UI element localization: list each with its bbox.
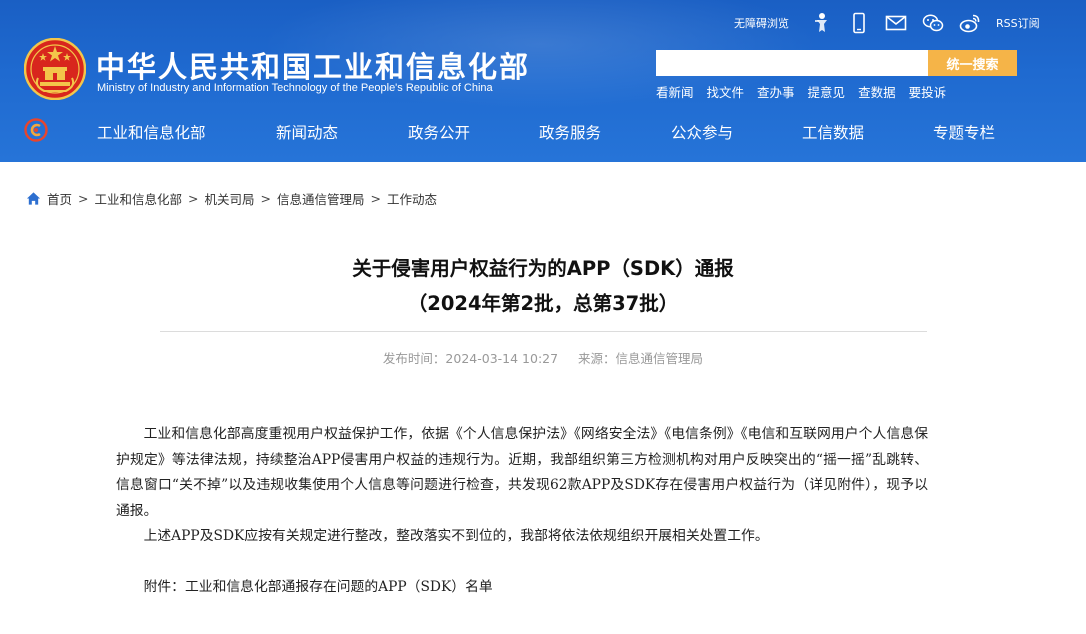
site-title: 中华人民共和国工业和信息化部 bbox=[96, 44, 530, 86]
attachment-link[interactable]: 附件：工业和信息化部通报存在问题的APP（SDK）名单 bbox=[116, 575, 928, 601]
breadcrumb-separator: > bbox=[78, 191, 88, 206]
nav-item-government-services[interactable]: 政务服务 bbox=[539, 121, 601, 143]
nav-item-data[interactable]: 工信数据 bbox=[802, 121, 864, 143]
quick-link-services[interactable]: 查办事 bbox=[757, 82, 795, 101]
breadcrumb-separator: > bbox=[188, 191, 198, 206]
quick-links: 看新闻 找文件 查办事 提意见 查数据 要投诉 bbox=[656, 82, 959, 101]
mobile-phone-icon[interactable] bbox=[848, 12, 870, 34]
publish-time: 发布时间：2024-03-14 10:27 bbox=[383, 351, 558, 366]
article-paragraph: 上述APP及SDK应按有关规定进行整改，整改落实不到位的，我部将依法依规组织开展… bbox=[116, 524, 928, 550]
breadcrumb-ministry[interactable]: 工业和信息化部 bbox=[95, 189, 183, 208]
article-body: 工业和信息化部高度重视用户权益保护工作，依据《个人信息保护法》《网络安全法》《电… bbox=[116, 422, 928, 600]
accessibility-figure-icon[interactable] bbox=[811, 12, 833, 34]
breadcrumb: 首页 > 工业和信息化部 > 机关司局 > 信息通信管理局 > 工作动态 bbox=[26, 189, 437, 208]
weibo-icon[interactable] bbox=[959, 12, 981, 34]
quick-link-complaint[interactable]: 要投诉 bbox=[909, 82, 947, 101]
search-input[interactable] bbox=[656, 50, 928, 76]
main-nav: 工业和信息化部 新闻动态 政务公开 政务服务 公众参与 工信数据 专题专栏 bbox=[0, 112, 1086, 152]
site-subtitle: Ministry of Industry and Information Tec… bbox=[97, 82, 493, 94]
utility-bar: 无障碍浏览 bbox=[734, 10, 1040, 36]
breadcrumb-bureau[interactable]: 信息通信管理局 bbox=[277, 189, 365, 208]
title-divider bbox=[160, 331, 927, 332]
breadcrumb-separator: > bbox=[261, 191, 271, 206]
home-icon[interactable] bbox=[26, 191, 41, 206]
rss-subscribe-link[interactable]: RSS订阅 bbox=[996, 15, 1040, 31]
wechat-icon[interactable] bbox=[922, 12, 944, 34]
quick-link-data[interactable]: 查数据 bbox=[858, 82, 896, 101]
site-header: 中华人民共和国工业和信息化部 Ministry of Industry and … bbox=[0, 0, 1086, 162]
quick-link-documents[interactable]: 找文件 bbox=[707, 82, 745, 101]
nav-item-public-participation[interactable]: 公众参与 bbox=[671, 121, 733, 143]
article-paragraph: 工业和信息化部高度重视用户权益保护工作，依据《个人信息保护法》《网络安全法》《电… bbox=[116, 422, 928, 524]
mail-icon[interactable] bbox=[885, 12, 907, 34]
accessible-browse-link[interactable]: 无障碍浏览 bbox=[734, 15, 789, 31]
unified-search-button[interactable]: 统一搜索 bbox=[928, 50, 1017, 76]
article-source: 来源：信息通信管理局 bbox=[578, 351, 703, 366]
nav-item-ministry[interactable]: 工业和信息化部 bbox=[97, 121, 206, 143]
ministry-logo-icon[interactable] bbox=[24, 118, 48, 142]
breadcrumb-departments[interactable]: 机关司局 bbox=[205, 189, 255, 208]
quick-link-news[interactable]: 看新闻 bbox=[656, 82, 694, 101]
national-emblem-icon[interactable] bbox=[24, 38, 86, 100]
quick-link-feedback[interactable]: 提意见 bbox=[808, 82, 846, 101]
nav-item-special-topics[interactable]: 专题专栏 bbox=[933, 121, 995, 143]
breadcrumb-separator: > bbox=[371, 191, 381, 206]
nav-item-news[interactable]: 新闻动态 bbox=[276, 121, 338, 143]
nav-item-government-affairs[interactable]: 政务公开 bbox=[408, 121, 470, 143]
breadcrumb-work-news[interactable]: 工作动态 bbox=[387, 189, 437, 208]
article-subtitle: （2024年第2批，总第37批） bbox=[0, 287, 1086, 316]
article-title: 关于侵害用户权益行为的APP（SDK）通报 bbox=[0, 252, 1086, 281]
breadcrumb-home[interactable]: 首页 bbox=[47, 189, 72, 208]
article-meta: 发布时间：2024-03-14 10:27 来源：信息通信管理局 bbox=[0, 348, 1086, 367]
